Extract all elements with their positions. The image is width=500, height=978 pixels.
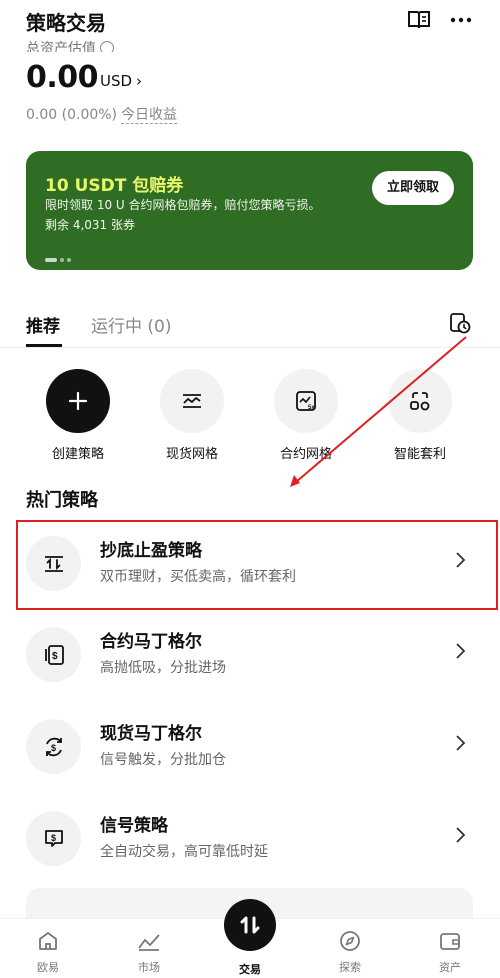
strategy-item-spot-martingale[interactable]: $ 现货马丁格尔 信号触发，分批加仓 (0, 703, 500, 795)
strategy-item-futures-martingale[interactable]: $ 合约马丁格尔 高抛低吸，分批进场 (0, 611, 500, 703)
quick-action-label: 智能套利 (393, 447, 446, 462)
home-icon (39, 932, 57, 950)
svg-text:$: $ (52, 651, 58, 662)
page-title: 策略交易 (26, 11, 106, 35)
chevron-right-icon (456, 735, 466, 751)
today-pnl: 0.00 (0.00%) 今日收益 (26, 104, 178, 124)
create-strategy-action[interactable]: 创建策略 (28, 369, 128, 462)
nav-trade[interactable] (224, 899, 276, 951)
banner-title: 10 USDT 包赔券 (45, 176, 184, 196)
futures-grid-icon: 5x (274, 369, 338, 433)
spot-grid-icon (160, 369, 224, 433)
bottom-nav: 欧易 市场 交易 探索 资产 (0, 899, 500, 978)
more-icon[interactable] (448, 8, 474, 32)
svg-text:5x: 5x (308, 405, 315, 411)
nav-trade-label: 交易 (239, 963, 261, 976)
smart-arbitrage-action[interactable]: 智能套利 (370, 369, 470, 462)
wallet-icon (440, 933, 460, 950)
strategy-item-signal[interactable]: $ 信号策略 全自动交易，高可靠低时延 (0, 795, 500, 887)
strategy-name: 合约马丁格尔 (100, 632, 202, 652)
compass-icon (340, 931, 360, 951)
futures-martingale-icon: $ (26, 627, 81, 682)
book-icon[interactable] (406, 8, 432, 32)
promo-banner[interactable]: 10 USDT 包赔券 限时领取 10 U 合约网格包赔券，赔付您策略亏损。 剩… (26, 151, 473, 270)
svg-text:$: $ (51, 833, 56, 843)
trade-icon (240, 916, 260, 934)
pnl-value: 0.00 (0.00%) (26, 107, 118, 123)
chevron-right-icon (456, 643, 466, 659)
total-asset-label: 总资产估值 (26, 38, 114, 52)
top-bar: 策略交易 (0, 0, 500, 40)
strategy-description: 信号触发，分批加仓 (100, 752, 226, 768)
strategy-description: 全自动交易，高可靠低时延 (100, 844, 268, 860)
nav-home[interactable]: 欧易 (8, 929, 88, 975)
chevron-right-icon[interactable]: › (136, 72, 142, 90)
quick-action-label: 创建策略 (51, 447, 104, 462)
banner-description: 限时领取 10 U 合约网格包赔券，赔付您策略亏损。 (45, 198, 321, 212)
svg-text:$: $ (51, 743, 56, 753)
nav-assets[interactable]: 资产 (410, 929, 490, 975)
total-asset-value: 0.00 (26, 60, 99, 95)
strategy-name: 现货马丁格尔 (100, 724, 202, 744)
chevron-right-icon (456, 827, 466, 843)
tab-recommended[interactable]: 推荐 (26, 312, 62, 347)
banner-remaining: 剩余 4,031 张券 (45, 218, 135, 232)
strategy-description: 高抛低吸，分批进场 (100, 660, 226, 676)
tab-running[interactable]: 运行中 (0) (91, 312, 171, 337)
highlight-box (16, 520, 498, 610)
carousel-dots (45, 249, 74, 262)
smart-arbitrage-icon (388, 369, 452, 433)
strategy-name: 信号策略 (100, 816, 168, 836)
section-title: 热门策略 (26, 490, 98, 511)
quick-action-label: 现货网格 (165, 447, 218, 462)
plus-icon (46, 369, 110, 433)
nav-market[interactable]: 市场 (109, 929, 189, 975)
eye-icon[interactable] (100, 41, 114, 52)
spot-martingale-icon: $ (26, 719, 81, 774)
market-icon (138, 934, 160, 951)
claim-button[interactable]: 立即领取 (372, 171, 454, 205)
currency-selector[interactable]: USD (100, 72, 132, 90)
today-pnl-label[interactable]: 今日收益 (121, 107, 178, 124)
history-icon[interactable] (448, 311, 472, 335)
futures-grid-action[interactable]: 5x 合约网格 (256, 369, 356, 462)
signal-icon: $ (26, 811, 81, 866)
nav-explore[interactable]: 探索 (310, 929, 390, 975)
quick-action-label: 合约网格 (279, 447, 332, 462)
strategy-tabs: 推荐 运行中 (0) (0, 300, 500, 348)
spot-grid-action[interactable]: 现货网格 (142, 369, 242, 462)
